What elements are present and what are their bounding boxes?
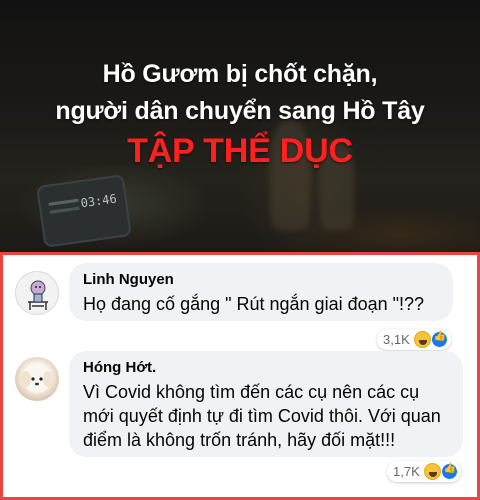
- doodle-avatar-icon: [28, 280, 48, 310]
- like-icon: [430, 331, 448, 348]
- news-photo-banner: 03:46 Hồ Gươm bị chốt chặn, người dân ch…: [0, 0, 480, 252]
- headline-line-2: người dân chuyển sang Hồ Tây: [55, 97, 425, 125]
- comment-bubble: Hóng Hớt. Vì Covid không tìm đến các cụ …: [69, 351, 463, 457]
- avatar[interactable]: [15, 271, 59, 315]
- reaction-count: 1,7K: [393, 464, 420, 479]
- haha-icon: [423, 463, 441, 480]
- reaction-summary[interactable]: 1,7K: [387, 461, 461, 482]
- haha-icon: [413, 331, 431, 348]
- phone-clock: 03:46: [79, 191, 118, 211]
- reaction-summary[interactable]: 3,1K: [377, 329, 451, 350]
- comments-panel: Linh Nguyen Họ đang cố gắng " Rút ngắn g…: [0, 252, 480, 500]
- phone-image: 03:46: [36, 174, 132, 248]
- comment-author[interactable]: Hóng Hớt.: [83, 359, 449, 376]
- comment-author[interactable]: Linh Nguyen: [83, 271, 439, 288]
- headline-line-1: Hồ Gươm bị chốt chặn,: [102, 60, 378, 88]
- reaction-count: 3,1K: [383, 332, 410, 347]
- puppy-avatar-icon: [21, 369, 53, 393]
- comment-text: Vì Covid không tìm đến các cụ nên các cụ…: [83, 382, 441, 450]
- comment-text: Họ đang cố gắng " Rút ngắn giai đoạn "!?…: [83, 294, 425, 314]
- comment-bubble: Linh Nguyen Họ đang cố gắng " Rút ngắn g…: [69, 263, 453, 321]
- like-icon: [440, 463, 458, 480]
- headline-highlight: TẬP THỂ DỤC: [127, 132, 353, 170]
- avatar[interactable]: [15, 357, 59, 401]
